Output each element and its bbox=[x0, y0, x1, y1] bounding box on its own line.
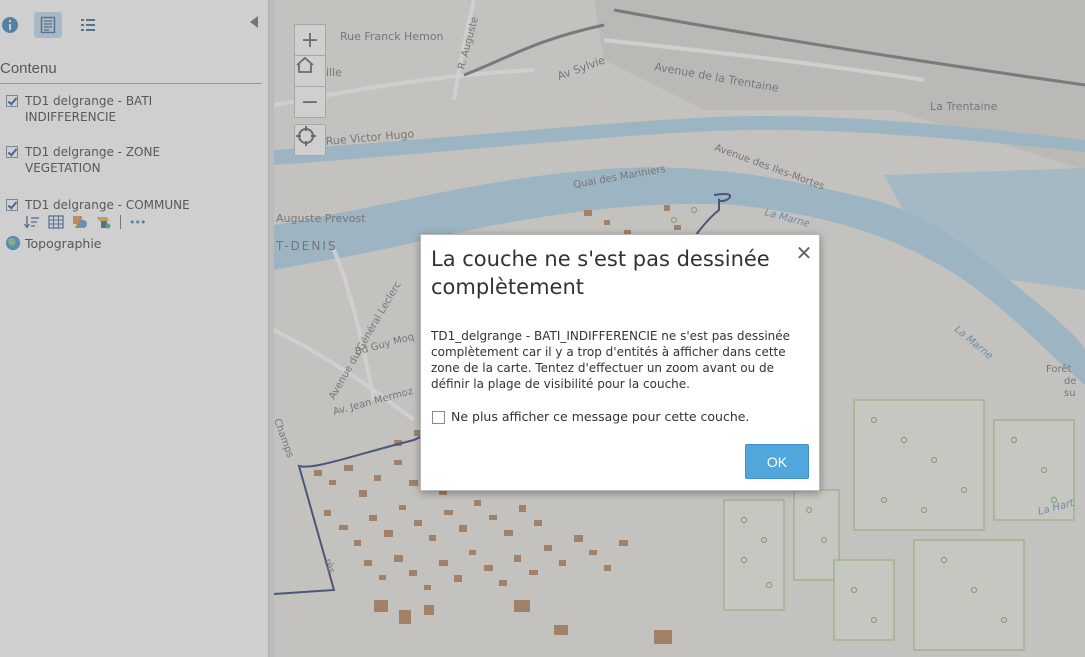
dont-show-again-label[interactable]: Ne plus afficher ce message pour cette c… bbox=[451, 409, 749, 424]
ok-button[interactable]: OK bbox=[745, 444, 809, 479]
warning-dialog: La couche ne s'est pas dessinée complète… bbox=[420, 234, 820, 491]
dialog-message: TD1_delgrange - BATI_INDIFFERENCIE ne s'… bbox=[431, 329, 791, 391]
dont-show-again-checkbox[interactable] bbox=[432, 411, 445, 424]
close-icon[interactable]: ✕ bbox=[795, 243, 813, 263]
dialog-title: La couche ne s'est pas dessinée complète… bbox=[431, 247, 770, 299]
